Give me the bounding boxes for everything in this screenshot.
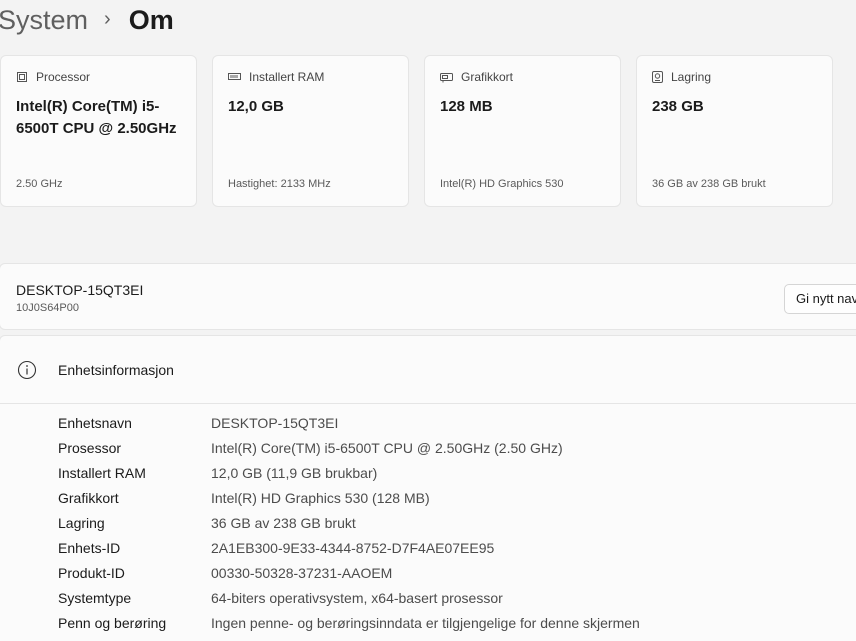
spec-value: 2A1EB300-9E33-4344-8752-D7F4AE07EE95 <box>211 540 495 556</box>
rename-pc-button[interactable]: Gi nytt navn til denne PC-en <box>784 284 856 314</box>
spec-value: 00330-50328-37231-AAOEM <box>211 565 393 581</box>
storage-icon <box>652 71 663 83</box>
card-header: Processor <box>16 70 90 84</box>
info-icon <box>17 360 37 380</box>
spec-value: Intel(R) Core(TM) i5-6500T CPU @ 2.50GHz… <box>211 440 563 456</box>
card-title: Lagring <box>671 70 712 84</box>
card-title: Installert RAM <box>249 70 325 84</box>
card-title: Processor <box>36 70 91 84</box>
card-value: 238 GB <box>652 98 704 115</box>
spec-row: Enhets-ID 2A1EB300-9E33-4344-8752-D7F4AE… <box>58 540 494 565</box>
spec-row: Grafikkort Intel(R) HD Graphics 530 (128… <box>58 490 430 515</box>
device-name: DESKTOP-15QT3EI <box>16 282 144 298</box>
device-info-title: Enhetsinformasjon <box>58 362 174 378</box>
card-title: Grafikkort <box>461 70 514 84</box>
card-value: 12,0 GB <box>228 98 284 115</box>
device-info-header[interactable]: Enhetsinformasjon <box>0 336 856 404</box>
spec-label: Grafikkort <box>58 490 119 506</box>
spec-value: 64-biters operativsystem, x64-basert pro… <box>211 590 503 606</box>
card-header: Lagring <box>652 70 711 84</box>
device-name-panel: DESKTOP-15QT3EI 10J0S64P00 Gi nytt navn … <box>0 263 856 330</box>
spec-label: Prosessor <box>58 440 122 456</box>
card-subtext: 2.50 GHz <box>16 178 63 190</box>
graphics-card[interactable]: Grafikkort 128 MB Intel(R) HD Graphics 5… <box>424 55 621 207</box>
graphics-card-icon <box>440 72 453 82</box>
spec-label: Enhets-ID <box>58 540 121 556</box>
card-subtext: 36 GB av 238 GB brukt <box>652 178 766 190</box>
spec-value: Ingen penne- og berøringsinndata er tilg… <box>211 615 640 631</box>
processor-icon <box>17 72 27 82</box>
spec-label: Installert RAM <box>58 465 146 481</box>
card-subtext: Intel(R) HD Graphics 530 <box>440 178 564 190</box>
spec-value: 12,0 GB (11,9 GB brukbar) <box>211 465 378 481</box>
spec-row: Enhetsnavn DESKTOP-15QT3EI <box>58 415 338 440</box>
spec-value: 36 GB av 238 GB brukt <box>211 515 356 531</box>
breadcrumb-chevron-icon: › <box>104 7 111 30</box>
card-value: 128 MB <box>440 98 493 115</box>
spec-label: Produkt-ID <box>58 565 125 581</box>
spec-label: Enhetsnavn <box>58 415 132 431</box>
storage-card[interactable]: Lagring 238 GB 36 GB av 238 GB brukt <box>636 55 833 207</box>
card-header: Grafikkort <box>440 70 513 84</box>
processor-card[interactable]: Processor Intel(R) Core(TM) i5-6500T CPU… <box>0 55 197 207</box>
page-title: Om <box>128 4 174 35</box>
breadcrumb-system-link[interactable]: System <box>0 5 88 36</box>
card-header: Installert RAM <box>228 70 324 84</box>
card-value: Intel(R) Core(TM) i5-6500T CPU @ 2.50GHz <box>16 98 177 137</box>
spec-value: DESKTOP-15QT3EI <box>211 415 339 431</box>
device-info-section: Enhetsinformasjon Enhetsnavn DESKTOP-15Q… <box>0 335 856 641</box>
spec-row: Lagring 36 GB av 238 GB brukt <box>58 515 356 540</box>
ram-card[interactable]: Installert RAM 12,0 GB Hastighet: 2133 M… <box>212 55 409 207</box>
spec-row: Installert RAM 12,0 GB (11,9 GB brukbar) <box>58 465 377 490</box>
spec-row: Prosessor Intel(R) Core(TM) i5-6500T CPU… <box>58 440 563 465</box>
spec-row: Penn og berøring Ingen penne- og berørin… <box>58 615 640 640</box>
spec-label: Systemtype <box>58 590 132 606</box>
spec-row: Produkt-ID 00330-50328-37231-AAOEM <box>58 565 392 590</box>
breadcrumb: System › Om <box>0 2 174 38</box>
spec-value: Intel(R) HD Graphics 530 (128 MB) <box>211 490 430 506</box>
ram-icon <box>228 73 241 80</box>
about-page: System › Om Processor Intel(R) Core(TM) … <box>0 0 856 641</box>
spec-row: Systemtype 64-biters operativsystem, x64… <box>58 590 503 615</box>
device-model: 10J0S64P00 <box>16 302 79 314</box>
spec-label: Lagring <box>58 515 105 531</box>
card-subtext: Hastighet: 2133 MHz <box>228 178 331 190</box>
spec-label: Penn og berøring <box>58 615 167 631</box>
